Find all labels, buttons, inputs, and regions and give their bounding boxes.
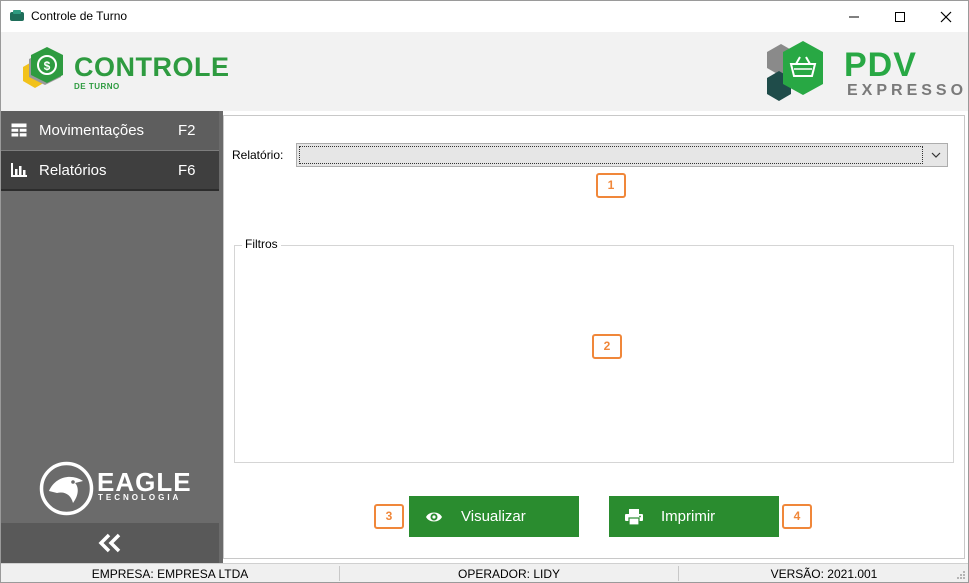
minimize-icon xyxy=(849,16,859,17)
maximize-button[interactable] xyxy=(877,1,923,32)
brand-logo-title: PDV xyxy=(844,46,917,84)
report-select[interactable] xyxy=(296,143,948,167)
sidebar-item-shortcut: F2 xyxy=(178,122,196,139)
report-select-value xyxy=(299,146,923,164)
sidebar: Movimentações F2 Relatórios F6 EAGLE TEC… xyxy=(1,111,219,563)
status-operator: OPERADOR: LIDY xyxy=(457,567,561,581)
app-logo-subtitle: DE TURNO xyxy=(74,82,120,91)
company-logo-subtitle: TECNOLOGIA xyxy=(98,493,182,502)
table-icon xyxy=(11,123,27,137)
collapse-sidebar-button[interactable] xyxy=(1,523,219,563)
app-icon xyxy=(10,10,24,21)
close-icon xyxy=(940,11,952,22)
brand-logo-subtitle: EXPRESSO xyxy=(847,82,968,99)
report-label: Relatório: xyxy=(232,148,284,162)
app-window: Controle de Turno $ CONTROLE DE TURNO PD… xyxy=(0,0,969,583)
eagle-logo-icon xyxy=(39,461,94,516)
print-button[interactable]: Imprimir xyxy=(609,496,779,537)
resize-grip-icon[interactable] xyxy=(956,570,966,580)
double-chevron-left-icon xyxy=(98,533,121,553)
pdv-expresso-logo-icon xyxy=(767,41,823,101)
callout-badge: 1 xyxy=(596,173,626,198)
sidebar-item-label: Relatórios xyxy=(39,162,107,179)
view-button-label: Visualizar xyxy=(461,508,526,525)
title-bar: Controle de Turno xyxy=(1,1,968,32)
svg-text:$: $ xyxy=(44,59,51,73)
sidebar-item-shortcut: F6 xyxy=(178,162,196,179)
status-company: EMPRESA: EMPRESA LTDA xyxy=(91,567,249,581)
view-button[interactable]: Visualizar xyxy=(409,496,579,537)
sidebar-item-movimentacoes[interactable]: Movimentações F2 xyxy=(1,111,219,151)
callout-badge: 2 xyxy=(592,334,622,359)
callout-badge: 3 xyxy=(374,504,404,529)
callout-badge: 4 xyxy=(782,504,812,529)
status-version: VERSÃO: 2021.001 xyxy=(770,567,878,581)
app-logo-title: CONTROLE xyxy=(74,52,230,82)
bar-chart-icon xyxy=(11,163,27,177)
filters-legend: Filtros xyxy=(242,237,281,251)
close-button[interactable] xyxy=(923,1,969,32)
header-banner: $ CONTROLE DE TURNO PDV EXPRESSO xyxy=(1,32,968,111)
controle-de-turno-logo-icon: $ xyxy=(23,47,63,88)
minimize-button[interactable] xyxy=(831,1,877,32)
print-button-label: Imprimir xyxy=(661,508,716,525)
printer-icon xyxy=(625,509,643,525)
status-bar: EMPRESA: EMPRESA LTDA OPERADOR: LIDY VER… xyxy=(1,563,968,582)
eye-icon xyxy=(426,512,442,522)
maximize-icon xyxy=(895,11,905,22)
sidebar-item-relatorios[interactable]: Relatórios F6 xyxy=(1,151,219,191)
chevron-down-icon xyxy=(931,152,941,158)
window-title: Controle de Turno xyxy=(31,9,128,23)
sidebar-item-label: Movimentações xyxy=(39,122,145,139)
